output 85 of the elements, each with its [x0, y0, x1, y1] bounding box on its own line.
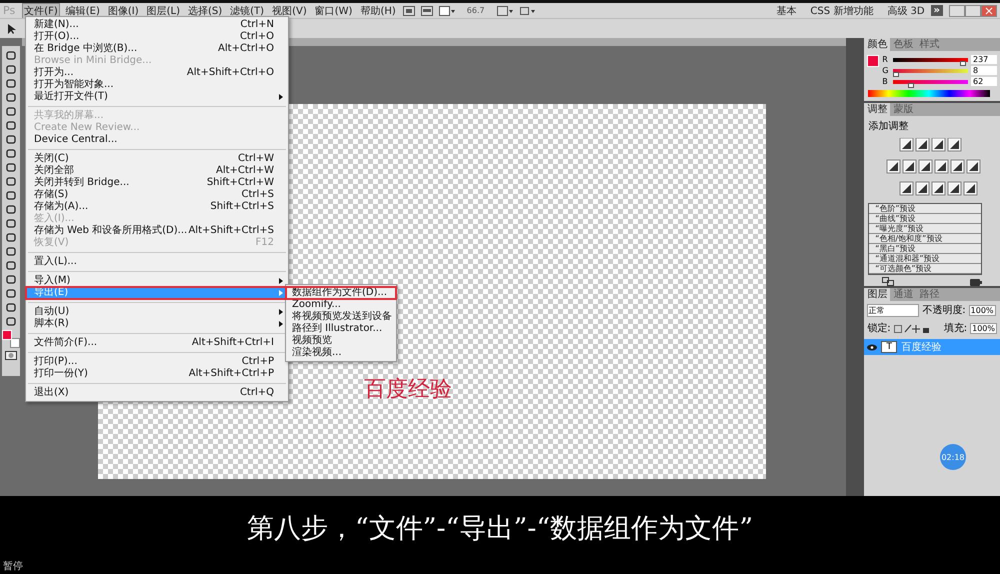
lock-options-icon[interactable]: [894, 324, 930, 332]
quick-mask-icon[interactable]: [5, 351, 17, 360]
lock-label: 锁定:: [867, 322, 891, 335]
canvas-text: 百度经验: [364, 376, 452, 404]
foreground-color-swatch[interactable]: [2, 330, 12, 340]
channel-value-field[interactable]: 237: [971, 55, 997, 64]
eye-icon[interactable]: [867, 344, 878, 350]
screen-mode-icon[interactable]: [518, 6, 535, 16]
opacity-field[interactable]: 100%: [968, 304, 996, 316]
fill-label: 填充:: [944, 322, 968, 335]
channel-label: B: [882, 77, 889, 86]
arrange-documents-icon[interactable]: [496, 6, 513, 16]
slider-thumb[interactable]: [960, 60, 966, 66]
menu-item[interactable]: 文件简介(F)... Alt+Shift+Ctrl+I: [26, 337, 288, 349]
preset-item[interactable]: “曲线”预设: [869, 214, 981, 224]
panel-tab[interactable]: 图层: [864, 288, 890, 301]
channel-value-field[interactable]: 8: [971, 66, 997, 75]
preset-item[interactable]: “黑白”预设: [869, 244, 981, 254]
menu-item[interactable]: 视频预览: [286, 335, 396, 347]
menu-bar-item[interactable]: 滤镜(T): [229, 4, 266, 18]
menu-bar-item[interactable]: 选择(S): [187, 4, 224, 18]
panel-title: 添加调整: [867, 120, 910, 134]
channel-value-field[interactable]: 62: [971, 77, 997, 86]
mini-bridge-icon[interactable]: [420, 6, 433, 16]
menu-bar-item[interactable]: 图像(I): [106, 4, 140, 18]
bridge-icon[interactable]: [402, 6, 415, 16]
menu-item[interactable]: 关闭(C) Ctrl+W: [26, 153, 288, 165]
window-controls-icon[interactable]: [949, 4, 997, 16]
menu-item[interactable]: 新建(N)... Ctrl+N: [26, 19, 288, 31]
menu-item[interactable]: Device Central...: [26, 134, 288, 146]
preset-item[interactable]: “可选颜色”预设: [869, 264, 981, 274]
menu-bar-item[interactable]: 图层(L): [146, 4, 181, 18]
menu-item[interactable]: 打开(O)... Ctrl+O: [26, 31, 288, 43]
more-workspaces-button[interactable]: »: [930, 5, 943, 16]
menu-item[interactable]: 将视频预览发送到设备: [286, 311, 396, 323]
foreground-color-swatch[interactable]: [867, 55, 880, 67]
preset-item[interactable]: “色相/饱和度”预设: [869, 234, 981, 244]
menu-item[interactable]: 存储(S) Ctrl+S: [26, 189, 288, 201]
panel-tab[interactable]: 颜色: [864, 38, 890, 51]
clip-icon[interactable]: [882, 277, 894, 286]
video-subtitle: 第八步，“文件”-“导出”-“数据组作为文件”: [246, 512, 754, 544]
menu-item[interactable]: 在 Bridge 中浏览(B)... Alt+Ctrl+O: [26, 43, 288, 55]
slider-thumb[interactable]: [892, 72, 899, 76]
preset-item[interactable]: “通道混和器”预设: [869, 254, 981, 264]
menu-item[interactable]: Zoomify...: [286, 299, 396, 311]
menu-item[interactable]: 退出(X) Ctrl+Q: [26, 387, 288, 399]
menu-bar-item[interactable]: 视图(V): [271, 4, 308, 18]
menu-bar-item[interactable]: 窗口(W): [314, 4, 354, 18]
menu-item[interactable]: 关闭全部 Alt+Ctrl+W: [26, 165, 288, 177]
menu-item[interactable]: 渲染视频...: [286, 347, 396, 359]
menu-item[interactable]: 打印一份(Y) Alt+Shift+Ctrl+P: [26, 368, 288, 380]
menu-bar-item[interactable]: 帮助(H): [359, 4, 397, 18]
app-logo: Ps: [3, 4, 16, 17]
view-extras-icon[interactable]: [438, 6, 455, 16]
workspace-button[interactable]: 基本: [776, 4, 796, 18]
zoom-level-dropdown[interactable]: 66.7: [466, 6, 485, 15]
channel-label: R: [882, 55, 889, 64]
camera-icon[interactable]: [970, 277, 982, 286]
menu-item[interactable]: 最近打开文件(T): [26, 91, 288, 103]
color-spectrum-bar[interactable]: [868, 90, 990, 97]
menu-bar-item[interactable]: 文件(F): [23, 4, 59, 18]
workspace-button[interactable]: 高级 3D: [887, 4, 925, 18]
channel-label: G: [882, 66, 890, 75]
menu-item[interactable]: 打开为... Alt+Shift+Ctrl+O: [26, 67, 288, 79]
panel-tab[interactable]: 调整: [864, 103, 890, 116]
menu-item[interactable]: 关闭并转到 Bridge... Shift+Ctrl+W: [26, 177, 288, 189]
background-color-swatch[interactable]: [10, 338, 20, 348]
workspace-button[interactable]: CSS 新增功能: [810, 4, 874, 18]
layer-thumbnail: T: [881, 341, 898, 353]
menu-item[interactable]: 打开为智能对象...: [26, 79, 288, 91]
slider-thumb[interactable]: [908, 82, 914, 88]
blend-mode-dropdown[interactable]: 正常: [867, 304, 920, 316]
menu-item[interactable]: 路径到 Illustrator...: [286, 323, 396, 335]
menu-item[interactable]: 存储为 Web 和设备所用格式(D)...Alt+Shift+Ctrl+S: [26, 225, 288, 237]
layer-name: 百度经验: [901, 340, 942, 354]
menu-item[interactable]: 打印(P)... Ctrl+P: [26, 356, 288, 368]
layer-row[interactable]: T 百度经验: [864, 339, 1000, 355]
preset-item[interactable]: “色阶”预设: [869, 204, 981, 214]
opacity-label: 不透明度:: [922, 304, 966, 317]
menu-bar-item[interactable]: 编辑(E): [64, 4, 101, 18]
fill-field[interactable]: 100%: [970, 322, 997, 334]
player-status: 暂停: [3, 560, 23, 573]
preset-item[interactable]: “曝光度”预设: [869, 224, 981, 234]
menu-item[interactable]: 置入(L)...: [26, 256, 288, 268]
menu-item[interactable]: 存储为(A)... Shift+Ctrl+S: [26, 201, 288, 213]
